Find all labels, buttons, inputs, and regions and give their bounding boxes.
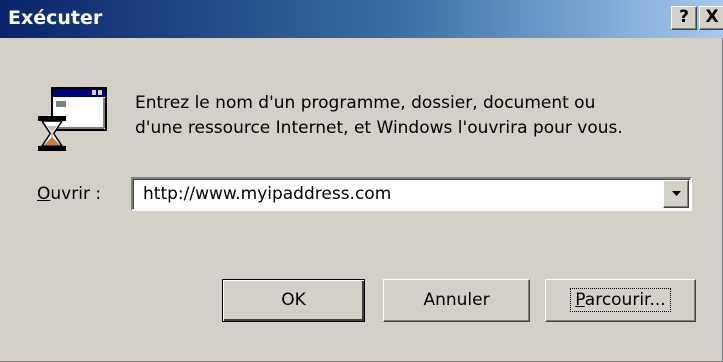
chevron-down-icon (672, 191, 681, 196)
open-input[interactable]: http://www.myipaddress.com (143, 183, 391, 205)
browse-label-rest: arcourir... (584, 290, 666, 310)
browse-button-label: Parcourir... (570, 288, 671, 312)
browse-mnemonic: P (575, 290, 585, 310)
instruction-text: Entrez le nom d'un programme, dossier, d… (135, 91, 623, 141)
close-button[interactable]: X (699, 6, 723, 30)
instruction-line-1: Entrez le nom d'un programme, dossier, d… (135, 93, 596, 113)
help-button[interactable]: ? (671, 6, 697, 30)
dropdown-arrow-button[interactable] (663, 180, 689, 208)
open-field-label: Ouvrir : (37, 183, 101, 205)
ok-button[interactable]: OK (222, 279, 365, 322)
browse-button[interactable]: Parcourir... (545, 279, 696, 322)
open-label-rest: uvrir : (50, 184, 102, 204)
run-program-hourglass-icon (38, 86, 108, 154)
open-combobox[interactable]: http://www.myipaddress.com (131, 177, 692, 211)
window-title: Exécuter (8, 7, 103, 29)
cancel-button[interactable]: Annuler (383, 279, 530, 322)
instruction-line-2: d'une ressource Internet, et Windows l'o… (135, 118, 623, 138)
run-dialog: Exécuter ? X Entrez le nom d'un programm… (0, 0, 723, 362)
title-bar[interactable]: Exécuter ? X (0, 0, 723, 38)
open-label-mnemonic: O (37, 184, 51, 204)
